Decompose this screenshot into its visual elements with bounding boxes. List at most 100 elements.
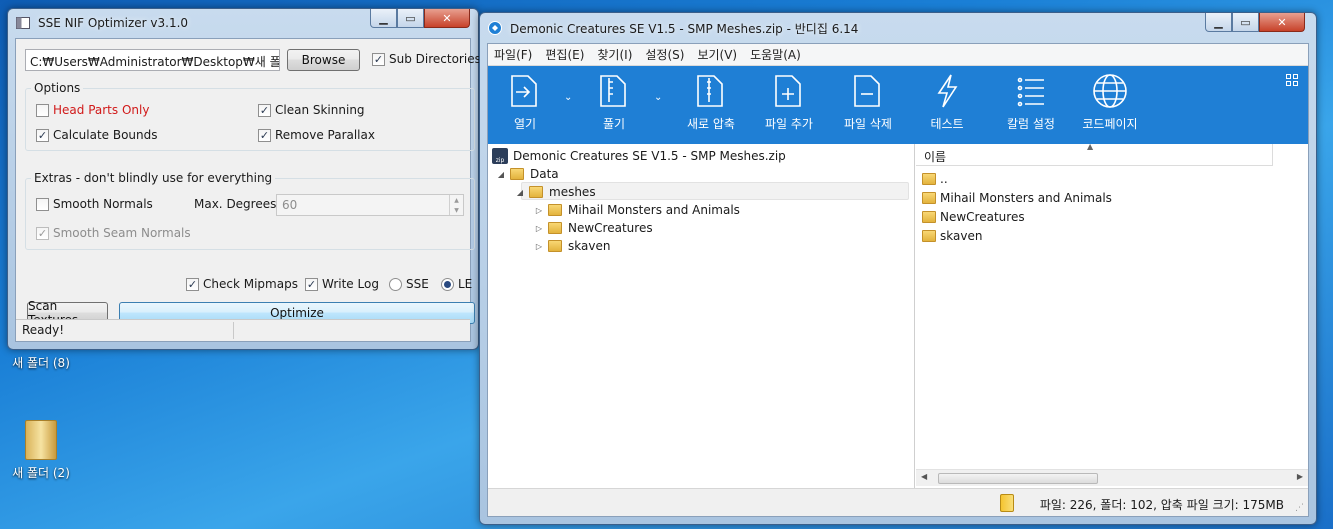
folder-icon [548, 222, 562, 234]
menu-view[interactable]: 보기(V) [697, 46, 737, 63]
head-parts-only-label: Head Parts Only [53, 103, 150, 117]
close-button[interactable]: ✕ [424, 9, 470, 28]
write-log-checkbox[interactable]: ✓ Write Log [305, 277, 379, 291]
expand-icon[interactable]: ▷ [534, 224, 544, 233]
menu-edit[interactable]: 편집(E) [545, 46, 584, 63]
titlebar: Demonic Creatures SE V1.5 - SMP Meshes.z… [480, 13, 1316, 41]
menu-help[interactable]: 도움말(A) [750, 46, 801, 63]
remove-parallax-checkbox[interactable]: ✓ Remove Parallax [258, 128, 375, 142]
sse-label: SSE [406, 277, 429, 291]
column-header-name[interactable]: ▲ 이름 [916, 142, 1273, 166]
smooth-normals-checkbox[interactable]: Smooth Normals [36, 197, 153, 211]
columns-icon [1017, 77, 1044, 107]
menu-settings[interactable]: 설정(S) [645, 46, 684, 63]
scroll-right-icon[interactable]: ▶ [1297, 472, 1303, 481]
list-item-label: skaven [940, 229, 983, 243]
tree-item-meshes[interactable]: ◢ meshes [515, 183, 596, 201]
folder-icon [922, 173, 936, 185]
nif-optimizer-window: SSE NIF Optimizer v3.1.0 ▁ ▭ ✕ C:₩Users₩… [7, 8, 481, 350]
desktop-folder-label: 새 폴더 (2) [12, 466, 70, 480]
tree-item-skaven[interactable]: ▷ skaven [534, 237, 611, 255]
status-bar: 파일: 226, 폴더: 102, 압축 파일 크기: 175MB ⋰ [488, 488, 1308, 516]
toolbar-open-button[interactable]: 열기 [504, 72, 546, 132]
toolbar-new-archive-button[interactable]: 새로 압축 [681, 72, 741, 132]
scroll-thumb[interactable] [938, 473, 1098, 484]
list-item-parent[interactable]: .. [922, 170, 948, 188]
collapse-icon[interactable]: ◢ [496, 170, 506, 179]
scroll-left-icon[interactable]: ◀ [921, 472, 927, 481]
sub-directories-checkbox[interactable]: ✓ Sub Directories [372, 52, 481, 66]
app-icon [16, 17, 30, 29]
extract-dropdown-icon[interactable]: ⌄ [654, 92, 662, 103]
folder-icon [922, 211, 936, 223]
toolbar-label: 열기 [513, 117, 537, 131]
clean-skinning-checkbox[interactable]: ✓ Clean Skinning [258, 103, 365, 117]
path-input[interactable]: C:₩Users₩Administrator₩Desktop₩새 폴더 (1 [25, 49, 280, 71]
maximize-button[interactable]: ▭ [397, 9, 424, 28]
check-mipmaps-checkbox[interactable]: ✓ Check Mipmaps [186, 277, 298, 291]
horizontal-scrollbar[interactable]: ◀ ▶ [916, 469, 1308, 486]
resize-grip-icon[interactable]: ⋰ [1295, 503, 1304, 513]
radio-mark [441, 277, 454, 291]
folder-icon [548, 240, 562, 252]
codepage-icon [1093, 74, 1127, 108]
checkbox-mark: ✓ [258, 103, 271, 117]
toolbar-columns-button[interactable]: 칼럼 설정 [1001, 72, 1061, 132]
le-radio[interactable]: LE [441, 277, 472, 291]
checkbox-mark: ✓ [36, 226, 49, 240]
extras-label: Extras - don't blindly use for everythin… [31, 171, 276, 185]
spin-up-icon[interactable]: ▲ [449, 195, 463, 205]
tree-item-mihail[interactable]: ▷ Mihail Monsters and Animals [534, 201, 740, 219]
browse-button[interactable]: Browse [287, 49, 360, 71]
max-degrees-spinner[interactable]: 60 ▲ ▼ [276, 194, 464, 216]
toolbar-delete-file-button[interactable]: 파일 삭제 [838, 72, 898, 132]
minimize-button[interactable]: ▁ [1205, 13, 1232, 32]
max-degrees-value: 60 [282, 198, 298, 212]
list-item[interactable]: skaven [922, 227, 982, 245]
minimize-button[interactable]: ▁ [370, 9, 397, 28]
titlebar: SSE NIF Optimizer v3.1.0 ▁ ▭ ✕ [8, 9, 478, 37]
open-icon [511, 75, 537, 107]
open-dropdown-icon[interactable]: ⌄ [564, 92, 572, 103]
head-parts-only-checkbox[interactable]: Head Parts Only [36, 103, 149, 117]
calculate-bounds-checkbox[interactable]: ✓ Calculate Bounds [36, 128, 158, 142]
tree-item-data[interactable]: ◢ Data [496, 165, 559, 183]
checkbox-mark: ✓ [305, 277, 318, 291]
tree-root[interactable]: zip Demonic Creatures SE V1.5 - SMP Mesh… [492, 147, 786, 165]
menu-find[interactable]: 찾기(I) [597, 46, 632, 63]
add-file-icon [775, 75, 801, 107]
maximize-button[interactable]: ▭ [1232, 13, 1259, 32]
le-label: LE [458, 277, 473, 291]
file-list: ▲ 이름 .. Mihail Monsters and Animals NewC… [916, 142, 1308, 488]
options-label: Options [31, 81, 84, 95]
folder-icon [25, 420, 57, 460]
toolbar-label: 테스트 [930, 117, 964, 131]
collapse-icon[interactable]: ◢ [515, 188, 525, 197]
tree-root-label: Demonic Creatures SE V1.5 - SMP Meshes.z… [513, 149, 786, 163]
sub-directories-label: Sub Directories [389, 52, 481, 66]
toolbar-extract-button[interactable]: 풀기 [593, 72, 635, 132]
menu-file[interactable]: 파일(F) [494, 46, 532, 63]
spin-down-icon[interactable]: ▼ [449, 205, 463, 215]
check-mipmaps-label: Check Mipmaps [203, 277, 298, 291]
sse-radio[interactable]: SSE [389, 277, 429, 291]
status-separator [233, 322, 234, 339]
toolbar-codepage-button[interactable]: 코드페이지 [1078, 72, 1142, 132]
checkbox-mark [36, 103, 49, 117]
list-item[interactable]: NewCreatures [922, 208, 1025, 226]
expand-icon[interactable]: ▷ [534, 206, 544, 215]
tree-item-label: NewCreatures [568, 221, 653, 235]
status-text: Ready! [22, 323, 65, 337]
expand-icon[interactable]: ▷ [534, 242, 544, 251]
toolbar-add-file-button[interactable]: 파일 추가 [759, 72, 819, 132]
layout-grid-icon[interactable] [1286, 74, 1298, 86]
folder-icon [548, 204, 562, 216]
list-item[interactable]: Mihail Monsters and Animals [922, 189, 1112, 207]
tree-item-newcreatures[interactable]: ▷ NewCreatures [534, 219, 653, 237]
status-text: 파일: 226, 폴더: 102, 압축 파일 크기: 175MB [1039, 498, 1284, 512]
toolbar-label: 풀기 [602, 117, 626, 131]
desktop-folder-2[interactable]: 새 폴더 (2) [6, 420, 76, 481]
close-button[interactable]: ✕ [1259, 13, 1305, 32]
toolbar-test-button[interactable]: 테스트 [922, 72, 972, 132]
smooth-normals-label: Smooth Normals [53, 197, 153, 211]
